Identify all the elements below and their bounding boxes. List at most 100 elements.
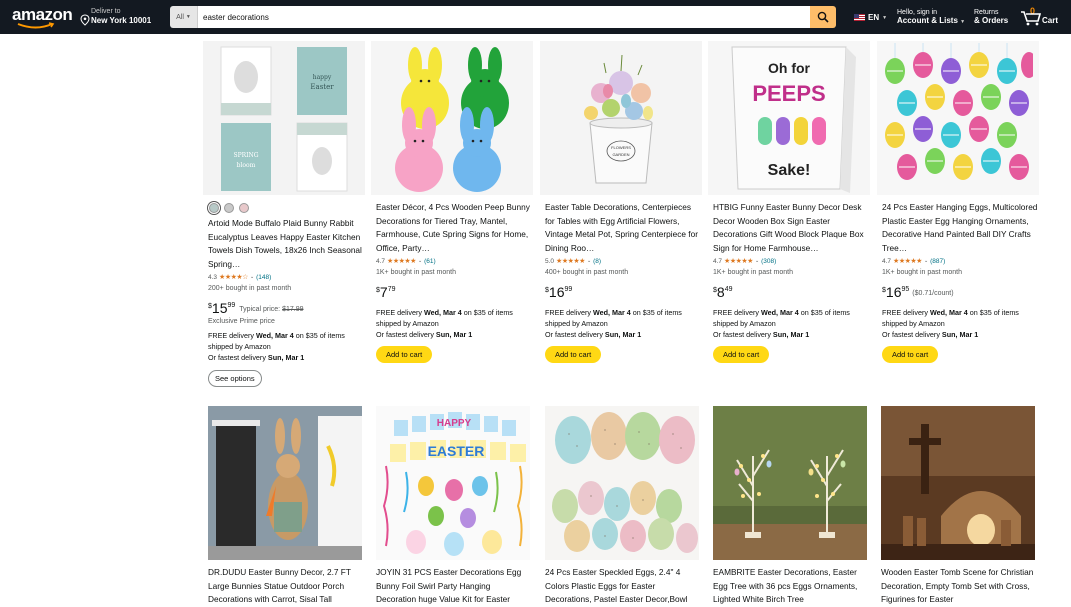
image-text-spring: SPRING	[233, 152, 258, 159]
product-rating[interactable]: 4.7 ★★★★★ ⌄ (887)	[882, 257, 1039, 266]
image-text-happy: HAPPY	[437, 418, 472, 429]
add-to-cart-button[interactable]: Add to cart	[713, 346, 770, 363]
orders-label: & Orders	[974, 16, 1009, 25]
chevron-down-icon: ⌄	[586, 258, 592, 264]
deliver-label: Deliver to	[91, 8, 121, 15]
see-options-button[interactable]: See options	[208, 370, 262, 387]
product-image[interactable]	[208, 406, 362, 560]
add-to-cart-button[interactable]: Add to cart	[545, 346, 602, 363]
product-title[interactable]: 24 Pcs Easter Speckled Eggs, 2.4" 4 Colo…	[545, 566, 699, 607]
product-price: $7 79	[376, 284, 396, 300]
review-count: (61)	[424, 257, 436, 265]
star-rating-icon: ★★★★☆	[219, 274, 248, 281]
color-swatches	[209, 203, 365, 213]
chevron-down-icon: ⌄	[417, 258, 423, 264]
product-title[interactable]: DR.DUDU Easter Bunny Decor, 2.7 FT Large…	[208, 566, 362, 607]
color-swatch[interactable]	[239, 203, 249, 213]
logo-wordmark: amazon	[12, 5, 73, 24]
bought-count: 1K+ bought in past month	[882, 269, 962, 276]
product-card[interactable]: Oh for PEEPS Sake! HTBIG Funny Easter Bu…	[708, 41, 870, 363]
search-button[interactable]	[810, 6, 836, 28]
image-text-easter: EASTER	[428, 443, 485, 459]
product-image[interactable]: HAPPY EASTER	[376, 406, 530, 560]
cart-icon	[1021, 11, 1042, 26]
prime-price-note: Exclusive Prime price	[208, 318, 275, 325]
product-card[interactable]: EAMBRITE Easter Decorations, Easter Egg …	[713, 406, 867, 607]
smile-arrow-icon	[17, 22, 55, 29]
product-card[interactable]: HAPPY EASTER JOYIN 31 PCS Easter Decorat…	[376, 406, 530, 607]
language-label: EN	[868, 13, 880, 22]
product-card[interactable]: Wooden Easter Tomb Scene for Christian D…	[881, 406, 1035, 607]
star-rating-icon: ★★★★★	[556, 258, 585, 265]
add-to-cart-button[interactable]: Add to cart	[376, 346, 433, 363]
product-image[interactable]: Oh for PEEPS Sake!	[708, 41, 870, 195]
deliver-to-location[interactable]: Deliver to New York 10001	[80, 8, 168, 28]
product-title[interactable]: Easter Table Decorations, Centerpieces f…	[545, 201, 702, 255]
delivery-info: FREE delivery Wed, Mar 4 on $35 of items…	[208, 331, 345, 362]
chevron-down-icon: ▼	[960, 19, 966, 25]
product-rating[interactable]: 5.0 ★★★★★ ⌄ (8)	[545, 257, 702, 266]
product-price: $15 99 Typical price: $17.99	[208, 300, 304, 316]
product-rating[interactable]: 4.7 ★★★★★ ⌄ (61)	[376, 257, 533, 266]
product-title[interactable]: EAMBRITE Easter Decorations, Easter Egg …	[713, 566, 867, 607]
color-swatch[interactable]	[224, 203, 234, 213]
product-image[interactable]	[881, 406, 1035, 560]
product-card[interactable]: happy Easter SPRING bloom Artoid Mode Bu…	[203, 41, 365, 387]
product-title[interactable]: JOYIN 31 PCS Easter Decorations Egg Bunn…	[376, 566, 530, 607]
product-title[interactable]: Wooden Easter Tomb Scene for Christian D…	[881, 566, 1035, 607]
account-menu[interactable]: Hello, sign in Account & Lists ▼	[897, 9, 965, 25]
chevron-down-icon: ⌄	[754, 258, 760, 264]
search-category-dropdown[interactable]: All ▼	[170, 6, 198, 28]
search-icon	[817, 11, 829, 23]
returns-orders-link[interactable]: Returns & Orders	[974, 9, 1008, 25]
unit-price: ($0.71/count)	[912, 290, 954, 297]
language-selector[interactable]: EN ▼	[854, 13, 887, 22]
image-text-happy: happy	[313, 74, 332, 81]
delivery-info: FREE delivery Wed, Mar 4 on $35 of items…	[376, 308, 513, 339]
search-bar: All ▼	[170, 6, 836, 28]
image-text-bloom: bloom	[237, 162, 256, 169]
chevron-down-icon: ▼	[882, 14, 888, 21]
bought-count: 400+ bought in past month	[545, 269, 629, 276]
delivery-info: FREE delivery Wed, Mar 4 on $35 of items…	[713, 308, 850, 339]
product-price: $8 49	[713, 284, 733, 300]
product-card[interactable]: Easter Décor, 4 Pcs Wooden Peep Bunny De…	[371, 41, 533, 363]
product-card[interactable]: 24 Pcs Easter Hanging Eggs, Multicolored…	[877, 41, 1039, 363]
typical-price: Typical price: $17.99	[239, 306, 304, 313]
product-rating[interactable]: 4.3 ★★★★☆ ⌄ (148)	[208, 273, 365, 282]
color-swatch[interactable]	[209, 203, 219, 213]
product-card[interactable]: 24 Pcs Easter Speckled Eggs, 2.4" 4 Colo…	[545, 406, 699, 607]
product-image[interactable]: happy Easter SPRING bloom	[203, 41, 365, 195]
image-text-sake: Sake!	[768, 162, 811, 179]
bought-count: 1K+ bought in past month	[713, 269, 793, 276]
search-category-label: All	[176, 13, 184, 21]
product-title[interactable]: Easter Décor, 4 Pcs Wooden Peep Bunny De…	[376, 201, 533, 255]
add-to-cart-button[interactable]: Add to cart	[882, 346, 939, 363]
product-image[interactable]	[371, 41, 533, 195]
image-text-oh-for: Oh for	[768, 60, 811, 76]
account-greeting: Hello, sign in	[897, 9, 938, 16]
deliver-location: New York 10001	[91, 16, 152, 25]
product-image[interactable]	[713, 406, 867, 560]
product-image[interactable]	[545, 406, 699, 560]
product-card[interactable]: DR.DUDU Easter Bunny Decor, 2.7 FT Large…	[208, 406, 362, 607]
product-card[interactable]: FLOWERS GARDEN Easter Table Decorations,…	[540, 41, 702, 363]
amazon-logo[interactable]: amazon	[12, 5, 73, 30]
returns-label: Returns	[974, 9, 999, 16]
delivery-info: FREE delivery Wed, Mar 4 on $35 of items…	[545, 308, 682, 339]
product-title[interactable]: HTBIG Funny Easter Bunny Decor Desk Deco…	[713, 201, 870, 255]
product-image[interactable]: FLOWERS GARDEN	[540, 41, 702, 195]
product-title[interactable]: Artoid Mode Buffalo Plaid Bunny Rabbit E…	[208, 217, 365, 271]
bought-count: 200+ bought in past month	[208, 285, 292, 292]
chevron-down-icon: ⌄	[923, 258, 929, 264]
product-rating[interactable]: 4.7 ★★★★★ ⌄ (308)	[713, 257, 870, 266]
cart-label: Cart	[1042, 16, 1059, 25]
image-text-flowers: FLOWERS	[611, 145, 631, 150]
image-text-easter: Easter	[310, 83, 334, 91]
product-title[interactable]: 24 Pcs Easter Hanging Eggs, Multicolored…	[882, 201, 1039, 255]
product-image[interactable]	[877, 41, 1039, 195]
cart-button[interactable]: 0 Cart	[1020, 6, 1060, 28]
search-input[interactable]	[198, 6, 810, 28]
star-rating-icon: ★★★★★	[387, 258, 416, 265]
image-text-peeps: PEEPS	[752, 81, 825, 106]
